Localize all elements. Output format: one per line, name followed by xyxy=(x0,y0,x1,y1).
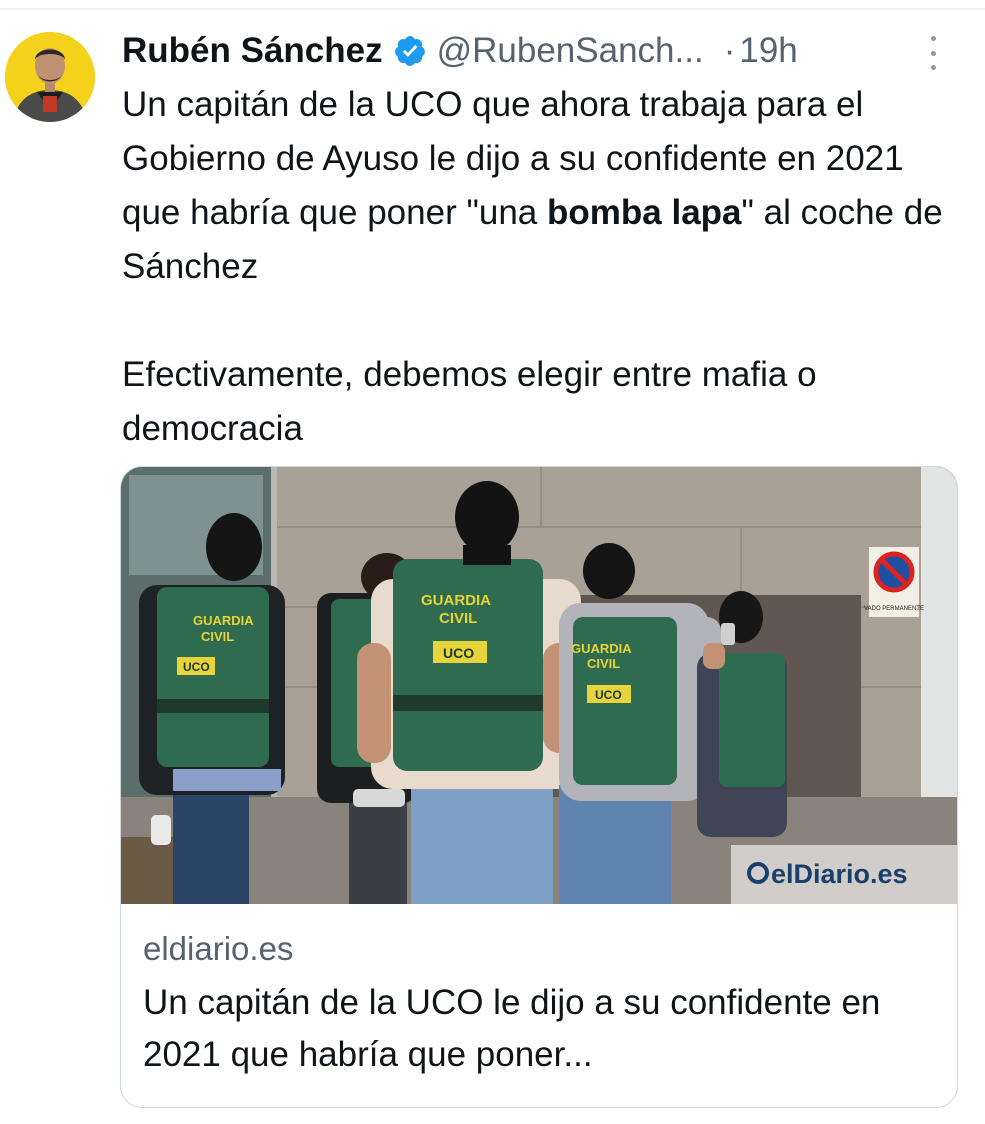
can-left xyxy=(151,815,171,845)
tweet-text: Un capitán de la UCO que ahora trabaja p… xyxy=(122,78,962,456)
tweet-paragraph-1: Un capitán de la UCO que ahora trabaja p… xyxy=(122,78,962,294)
top-divider xyxy=(0,8,985,10)
vest-text-guardia-center: GUARDIA xyxy=(421,592,491,609)
eldiario-watermark: elDiario.es xyxy=(731,845,957,904)
vest-text-civil-left: CIVIL xyxy=(201,629,234,644)
vest-text-guardia-right: GUARDIA xyxy=(571,641,632,656)
watermark-text: elDiario.es xyxy=(771,859,908,889)
verified-badge-icon xyxy=(393,34,427,68)
uco-badge-left: UCO xyxy=(183,660,210,674)
tweet-space xyxy=(662,193,672,232)
vest-text-guardia-left: GUARDIA xyxy=(193,613,254,628)
vest-text-civil-right: CIVIL xyxy=(587,656,620,671)
road-sign: VADO PERMANENTE xyxy=(864,547,924,617)
more-options-icon[interactable] xyxy=(928,36,938,70)
author-handle[interactable]: @RubenSanch... xyxy=(437,31,704,71)
header-separator: · xyxy=(723,31,736,70)
avatar[interactable] xyxy=(5,32,95,122)
tweet-bold-lapa: lapa xyxy=(671,193,742,232)
can-center xyxy=(353,789,405,807)
card-meta: eldiario.es Un capitán de la UCO le dijo… xyxy=(143,927,943,1081)
tweet-bold-bomba: bomba xyxy=(547,193,662,232)
avatar-image xyxy=(5,32,95,122)
link-card[interactable]: VADO PERMANENTE GUARDIA CIVIL UCO GUARDI… xyxy=(120,466,958,1108)
tweet-header: Rubén Sánchez @RubenSanch... · 19h xyxy=(122,26,798,76)
card-title[interactable]: Un capitán de la UCO le dijo a su confid… xyxy=(143,977,943,1081)
tweet-time[interactable]: 19h xyxy=(739,31,797,71)
road-sign-text: VADO PERMANENTE xyxy=(864,606,924,612)
vest-text-civil-center: CIVIL xyxy=(439,610,477,627)
card-image[interactable]: VADO PERMANENTE GUARDIA CIVIL UCO GUARDI… xyxy=(121,467,957,904)
uco-badge-center: UCO xyxy=(443,645,474,661)
tweet-paragraph-2: Efectivamente, debemos elegir entre mafi… xyxy=(122,355,817,448)
uco-badge-right: UCO xyxy=(595,688,622,702)
card-domain[interactable]: eldiario.es xyxy=(143,927,943,971)
author-name[interactable]: Rubén Sánchez xyxy=(122,31,383,71)
